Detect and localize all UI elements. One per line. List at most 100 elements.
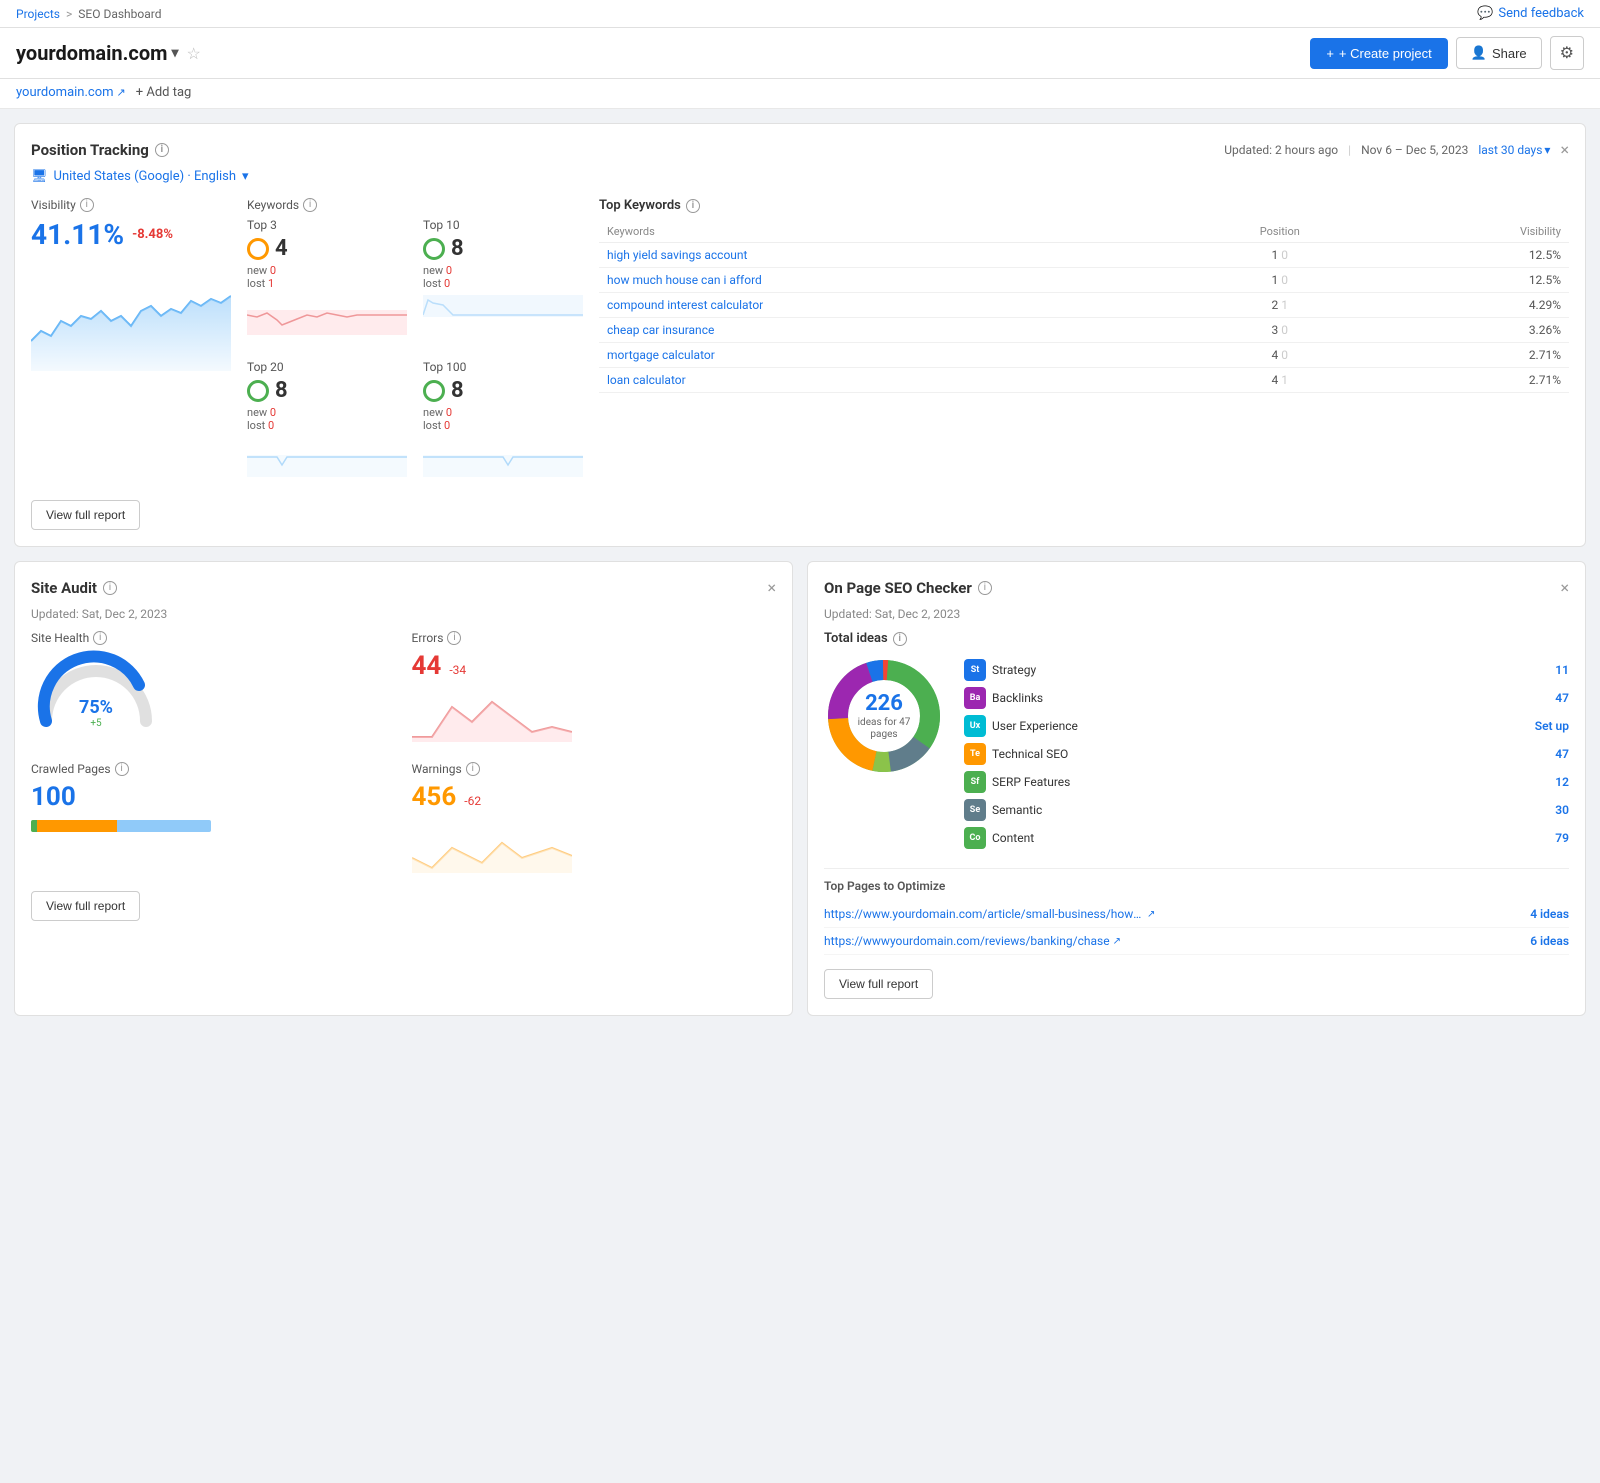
visibility-sparkline xyxy=(31,261,231,371)
position-tracking-close-button[interactable]: × xyxy=(1560,140,1569,159)
external-link-icon: ↗ xyxy=(1147,909,1155,920)
keyword-name[interactable]: compound interest calculator xyxy=(599,293,1184,318)
site-audit-info-icon[interactable]: i xyxy=(103,581,117,595)
top-pages-label: Top Pages to Optimize xyxy=(824,879,1569,893)
col-position: Position xyxy=(1184,221,1375,243)
updated-text: Updated: 2 hours ago xyxy=(1224,143,1338,157)
keywords-info-icon[interactable]: i xyxy=(303,198,317,212)
site-audit-card: Site Audit i × Updated: Sat, Dec 2, 2023… xyxy=(14,561,793,1016)
top3-sub: new 0 xyxy=(247,264,407,277)
site-health-metric: Site Health i 75% +5 xyxy=(31,631,396,746)
top100-metric: Top 100 8 new 0 lost 0 xyxy=(423,360,583,486)
top20-new: 0 xyxy=(270,406,276,419)
position-tracking-content: Visibility i 41.11% -8.48% xyxy=(31,198,1569,486)
breadcrumb-sep: > xyxy=(66,7,72,21)
crawled-pages-value: 100 xyxy=(31,782,396,812)
top3-lost-row: lost 1 xyxy=(247,277,407,290)
legend-badge: Se xyxy=(964,799,986,821)
keyword-name[interactable]: loan calculator xyxy=(599,368,1184,393)
location-row[interactable]: 🖥 United States (Google) · English ▾ xyxy=(31,169,1569,184)
legend-row: Ux User Experience Set up xyxy=(964,712,1569,740)
send-feedback-button[interactable]: 💬 Send feedback xyxy=(1477,6,1584,21)
top100-new: 0 xyxy=(446,406,452,419)
keyword-name[interactable]: high yield savings account xyxy=(599,243,1184,268)
top20-sparkline xyxy=(247,432,407,482)
external-link-icon: ↗ xyxy=(1113,936,1121,947)
errors-label: Errors i xyxy=(412,631,777,645)
legend-count: 79 xyxy=(1555,831,1569,845)
top3-label: Top 3 xyxy=(247,218,407,232)
main-content: Position Tracking i Updated: 2 hours ago… xyxy=(0,109,1600,1030)
keyword-name[interactable]: mortgage calculator xyxy=(599,343,1184,368)
legend-badge: Co xyxy=(964,827,986,849)
legend-badge: Ba xyxy=(964,687,986,709)
on-page-seo-close-button[interactable]: × xyxy=(1560,578,1569,597)
crawled-pages-info-icon[interactable]: i xyxy=(115,762,129,776)
total-ideas-info-icon[interactable]: i xyxy=(893,632,907,646)
visibility-chart xyxy=(31,261,231,375)
top-keywords-info-icon[interactable]: i xyxy=(686,199,700,213)
top10-circle-icon xyxy=(423,238,445,260)
visibility-info-icon[interactable]: i xyxy=(80,198,94,212)
position-tracking-info-icon[interactable]: i xyxy=(155,143,169,157)
domain-link[interactable]: yourdomain.com ↗ xyxy=(16,85,126,100)
page-url[interactable]: https://www.yourdomain.com/article/small… xyxy=(824,907,1530,921)
last30-dropdown[interactable]: last 30 days ▾ xyxy=(1478,143,1550,157)
on-page-seo-info-icon[interactable]: i xyxy=(978,581,992,595)
top20-sub: new 0 xyxy=(247,406,407,419)
position-tracking-card: Position Tracking i Updated: 2 hours ago… xyxy=(14,123,1586,547)
page-ideas-count[interactable]: 4 ideas xyxy=(1530,907,1569,921)
domain-bar: yourdomain.com ▾ ☆ + + Create project 👤 … xyxy=(0,28,1600,79)
top100-label: Top 100 xyxy=(423,360,583,374)
keyword-name[interactable]: cheap car insurance xyxy=(599,318,1184,343)
top3-circle-icon xyxy=(247,238,269,260)
site-health-label: Site Health i xyxy=(31,631,396,645)
legend-row: St Strategy 11 xyxy=(964,656,1569,684)
share-button[interactable]: 👤 Share xyxy=(1456,37,1542,69)
top10-sub: new 0 xyxy=(423,264,583,277)
top3-metric: Top 3 4 new 0 lost 1 xyxy=(247,218,407,344)
donut-center-number: 226 xyxy=(858,691,911,717)
site-health-info-icon[interactable]: i xyxy=(93,631,107,645)
top10-lost-row: lost 0 xyxy=(423,277,583,290)
top100-circle-icon xyxy=(423,380,445,402)
keyword-visibility: 12.5% xyxy=(1375,268,1569,293)
pt-view-report-button[interactable]: View full report xyxy=(31,500,140,530)
breadcrumb-projects[interactable]: Projects xyxy=(16,7,60,21)
settings-button[interactable]: ⚙ xyxy=(1550,36,1584,70)
legend-count: 47 xyxy=(1555,691,1569,705)
domain-title[interactable]: yourdomain.com ▾ xyxy=(16,41,179,65)
errors-value: 44 xyxy=(412,651,442,681)
opsc-view-report-button[interactable]: View full report xyxy=(824,969,933,999)
keywords-grid: Top 3 4 new 0 lost 1 xyxy=(247,218,583,486)
list-item: https://wwwyourdomain.com/reviews/bankin… xyxy=(824,928,1569,955)
legend-count: 47 xyxy=(1555,747,1569,761)
keyword-visibility: 2.71% xyxy=(1375,343,1569,368)
sa-view-report-button[interactable]: View full report xyxy=(31,891,140,921)
total-ideas-row: 226 ideas for 47 pages St Strategy 11 Ba… xyxy=(824,656,1569,852)
page-ideas-count[interactable]: 6 ideas xyxy=(1530,934,1569,948)
top3-sparkline xyxy=(247,290,407,340)
errors-info-icon[interactable]: i xyxy=(447,631,461,645)
keyword-name[interactable]: how much house can i afford xyxy=(599,268,1184,293)
errors-sparkline xyxy=(412,687,572,742)
top100-lost: 0 xyxy=(444,419,450,432)
warnings-info-icon[interactable]: i xyxy=(466,762,480,776)
on-page-seo-title: On Page SEO Checker xyxy=(824,579,972,597)
on-page-seo-card: On Page SEO Checker i × Updated: Sat, De… xyxy=(807,561,1586,1016)
last30-label: last 30 days xyxy=(1478,143,1542,157)
position-tracking-title-text: Position Tracking xyxy=(31,141,149,159)
legend-count[interactable]: Set up xyxy=(1535,719,1569,733)
chevron-down-icon: ▾ xyxy=(1544,143,1550,157)
external-link-icon: ↗ xyxy=(117,86,126,99)
legend-name: Backlinks xyxy=(992,691,1555,705)
top100-lost-row: lost 0 xyxy=(423,419,583,432)
add-tag-button[interactable]: + Add tag xyxy=(136,85,192,100)
create-project-button[interactable]: + + Create project xyxy=(1310,38,1447,69)
pages-list: https://www.yourdomain.com/article/small… xyxy=(824,901,1569,955)
table-row: compound interest calculator 2 1 4.29% xyxy=(599,293,1569,318)
top3-new: 0 xyxy=(270,264,276,277)
page-url[interactable]: https://wwwyourdomain.com/reviews/bankin… xyxy=(824,934,1530,948)
star-icon[interactable]: ☆ xyxy=(187,44,201,63)
site-audit-close-button[interactable]: × xyxy=(767,578,776,597)
